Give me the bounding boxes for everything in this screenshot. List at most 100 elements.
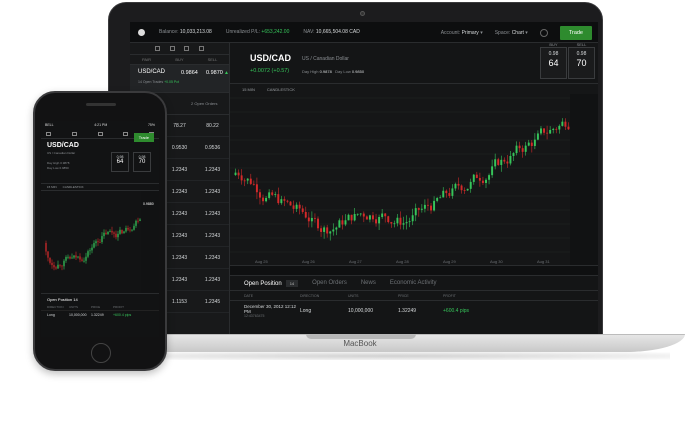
tab-news[interactable]: News [361, 280, 376, 286]
candle-body [350, 214, 353, 221]
candle-body [463, 190, 466, 191]
candle-body [304, 211, 307, 218]
candle-body [460, 185, 463, 191]
chart-icon[interactable] [123, 131, 129, 136]
watchlist-item-active[interactable]: USD/CAD 0.9864 0.9870 ▲ 14 Open Trades +… [130, 65, 229, 93]
account-selector[interactable]: Account: Primary ▾ [441, 30, 483, 36]
x-tick-label: Aug 25 [255, 259, 268, 264]
candle-body [390, 222, 393, 224]
grid-icon[interactable] [97, 131, 103, 136]
tab-economic-activity[interactable]: Economic Activity [390, 280, 437, 286]
candle-body [558, 125, 561, 130]
phone-col-units: UNITS [69, 305, 78, 309]
header-buy: BUY [175, 57, 184, 62]
tab-open-position[interactable]: Open Position 14 [244, 279, 299, 287]
candle-body [475, 174, 478, 178]
candle-body [73, 255, 75, 258]
price-axis [570, 94, 598, 266]
candle-body [524, 145, 527, 152]
candle-body [246, 178, 249, 181]
candle-body [131, 229, 133, 231]
interval-selector[interactable]: 15 MIN [242, 87, 255, 92]
candle-body [402, 223, 405, 225]
phone-row-units: 10,000,000 [69, 312, 87, 317]
nav-stat: NAV: 10,665,504.08 CAD [303, 29, 360, 35]
chart-navigator[interactable] [230, 265, 598, 275]
space-selector[interactable]: Space: Chart ▾ [495, 30, 528, 36]
app-logo-icon[interactable] [138, 28, 145, 36]
row-profit: +600.4 pips [443, 308, 469, 314]
sell-quote-big: 70 [576, 58, 587, 68]
candle-body [478, 177, 481, 181]
tab-open-orders[interactable]: Open Orders [312, 280, 347, 286]
candle-body [51, 262, 53, 266]
phone-trade-button[interactable]: Trade [133, 133, 154, 142]
candle-body [332, 229, 335, 232]
candle-body [240, 175, 243, 181]
settings-icon[interactable] [539, 28, 548, 37]
phone-row-profit: +600.4 pips [113, 312, 132, 317]
candle-body [344, 220, 347, 225]
phone-candlestick-chart[interactable]: 0.9880 [41, 191, 159, 293]
candle-body [323, 227, 326, 232]
row-sell: 1.2343 [204, 188, 221, 195]
candle-body [67, 256, 69, 258]
candle-body [540, 128, 542, 134]
phone-buy-quote[interactable]: 0.98 64 [111, 152, 129, 172]
candle-body [347, 214, 350, 221]
candle-body [512, 153, 515, 156]
candle-body [436, 198, 439, 201]
chart-area[interactable]: Aug 25 Aug 26 Aug 27 Aug 28 Aug 29 Aug 30 Aug … [230, 83, 598, 266]
candle-body [536, 133, 539, 140]
candle-body [365, 216, 368, 220]
row-sell: 1.2343 [204, 276, 221, 283]
candle-body [552, 128, 555, 130]
candle-body [277, 194, 280, 204]
candle-body [87, 251, 89, 257]
menu-icon[interactable] [46, 131, 51, 136]
filter-icon[interactable] [199, 46, 205, 51]
list-icon[interactable] [71, 131, 77, 136]
buy-price: 0.9864 [181, 70, 198, 76]
col-date: DATE [244, 293, 254, 298]
phone-sell-quote[interactable]: 0.98 70 [133, 152, 151, 172]
chart-toolbar: 15 MIN CANDLESTICK [230, 84, 598, 94]
instrument-name: US / Canadian Dollar [302, 56, 349, 62]
chart-type-selector[interactable]: CANDLESTICK [267, 87, 295, 92]
table-row[interactable]: Long 10,000,000 1.32249 +600.4 pips [41, 310, 159, 318]
candle-body [521, 148, 524, 152]
candle-body [65, 256, 67, 261]
candle-body [85, 256, 87, 261]
phone-position-count: 14 [73, 296, 78, 302]
candle-body [420, 208, 423, 210]
buy-quote[interactable]: BUY 0.98 64 [540, 42, 567, 79]
candle-body [518, 145, 521, 149]
sell-quote[interactable]: SELL 0.98 70 [568, 42, 595, 79]
table-row[interactable]: December 30, 2012 12:12 PM 12:43763475 Lo… [230, 301, 598, 321]
candle-body [252, 183, 255, 185]
detail-right: 2 Open Orders [191, 101, 218, 106]
phone-interval-selector[interactable]: 15 MIN [47, 185, 57, 189]
clock-label: 4:21 PM [94, 123, 108, 127]
phone-chart-type-selector[interactable]: CANDLESTICK [63, 185, 84, 189]
col-direction: DIRECTION [300, 293, 320, 298]
phone-tab-open-position[interactable]: Open Position 14 [41, 294, 159, 304]
row-sell: 1.2345 [204, 298, 221, 305]
candle-body [83, 260, 85, 262]
candle-body [326, 227, 329, 234]
candlestick-chart[interactable]: Aug 25 Aug 26 Aug 27 Aug 28 Aug 29 Aug 30 Aug … [230, 84, 598, 266]
candle-body [338, 220, 341, 228]
grid-view-icon[interactable] [169, 46, 175, 51]
price-tag: 0.9880 [143, 202, 154, 206]
trade-button[interactable]: Trade [559, 25, 592, 40]
candle-body [426, 204, 429, 206]
candle-body [561, 121, 564, 126]
watchlist-tools [130, 43, 229, 55]
active-sub: 14 Open Trades +0.05 Pct [138, 80, 179, 84]
list-view-icon[interactable] [184, 46, 190, 51]
home-button[interactable] [91, 343, 111, 363]
add-icon[interactable] [154, 46, 160, 51]
candle-body [69, 256, 71, 259]
row-sell: 80.22 [206, 122, 219, 129]
candle-body [500, 159, 503, 165]
